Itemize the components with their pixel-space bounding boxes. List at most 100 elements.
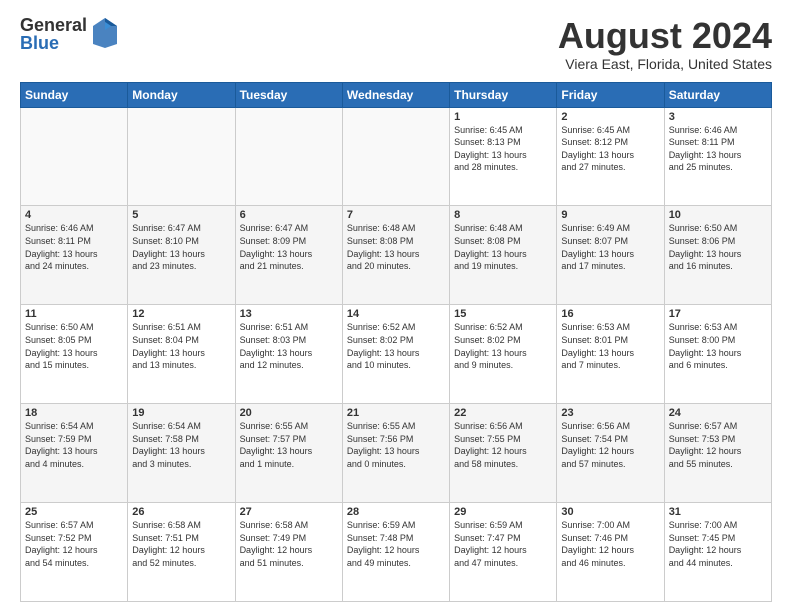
day-number: 23: [561, 407, 659, 419]
day-number: 8: [454, 209, 552, 221]
day-info: Sunrise: 7:00 AM Sunset: 7:45 PM Dayligh…: [669, 519, 767, 569]
logo-blue: Blue: [20, 34, 87, 52]
day-info: Sunrise: 6:55 AM Sunset: 7:57 PM Dayligh…: [240, 420, 338, 470]
col-saturday: Saturday: [664, 82, 771, 107]
table-row: 28Sunrise: 6:59 AM Sunset: 7:48 PM Dayli…: [342, 503, 449, 602]
day-number: 18: [25, 407, 123, 419]
calendar-week-row: 1Sunrise: 6:45 AM Sunset: 8:13 PM Daylig…: [21, 107, 772, 206]
day-info: Sunrise: 6:46 AM Sunset: 8:11 PM Dayligh…: [25, 222, 123, 272]
day-info: Sunrise: 6:47 AM Sunset: 8:09 PM Dayligh…: [240, 222, 338, 272]
day-number: 25: [25, 506, 123, 518]
table-row: 23Sunrise: 6:56 AM Sunset: 7:54 PM Dayli…: [557, 404, 664, 503]
day-info: Sunrise: 6:46 AM Sunset: 8:11 PM Dayligh…: [669, 124, 767, 174]
table-row: 24Sunrise: 6:57 AM Sunset: 7:53 PM Dayli…: [664, 404, 771, 503]
table-row: 2Sunrise: 6:45 AM Sunset: 8:12 PM Daylig…: [557, 107, 664, 206]
day-info: Sunrise: 6:58 AM Sunset: 7:49 PM Dayligh…: [240, 519, 338, 569]
day-info: Sunrise: 6:45 AM Sunset: 8:12 PM Dayligh…: [561, 124, 659, 174]
table-row: 3Sunrise: 6:46 AM Sunset: 8:11 PM Daylig…: [664, 107, 771, 206]
day-info: Sunrise: 6:59 AM Sunset: 7:48 PM Dayligh…: [347, 519, 445, 569]
logo-icon: [91, 16, 119, 48]
day-number: 5: [132, 209, 230, 221]
day-number: 7: [347, 209, 445, 221]
table-row: 22Sunrise: 6:56 AM Sunset: 7:55 PM Dayli…: [450, 404, 557, 503]
table-row: 25Sunrise: 6:57 AM Sunset: 7:52 PM Dayli…: [21, 503, 128, 602]
logo-general: General: [20, 16, 87, 34]
calendar-week-row: 18Sunrise: 6:54 AM Sunset: 7:59 PM Dayli…: [21, 404, 772, 503]
table-row: 4Sunrise: 6:46 AM Sunset: 8:11 PM Daylig…: [21, 206, 128, 305]
logo-text: General Blue: [20, 16, 87, 52]
day-number: 10: [669, 209, 767, 221]
day-info: Sunrise: 6:56 AM Sunset: 7:55 PM Dayligh…: [454, 420, 552, 470]
table-row: [342, 107, 449, 206]
month-title: August 2024: [558, 16, 772, 56]
col-sunday: Sunday: [21, 82, 128, 107]
col-friday: Friday: [557, 82, 664, 107]
day-number: 2: [561, 111, 659, 123]
day-number: 20: [240, 407, 338, 419]
calendar-header-row: Sunday Monday Tuesday Wednesday Thursday…: [21, 82, 772, 107]
day-info: Sunrise: 6:54 AM Sunset: 7:59 PM Dayligh…: [25, 420, 123, 470]
table-row: 27Sunrise: 6:58 AM Sunset: 7:49 PM Dayli…: [235, 503, 342, 602]
day-info: Sunrise: 6:50 AM Sunset: 8:05 PM Dayligh…: [25, 321, 123, 371]
day-number: 14: [347, 308, 445, 320]
day-info: Sunrise: 6:57 AM Sunset: 7:52 PM Dayligh…: [25, 519, 123, 569]
day-number: 24: [669, 407, 767, 419]
col-tuesday: Tuesday: [235, 82, 342, 107]
table-row: [128, 107, 235, 206]
day-info: Sunrise: 6:56 AM Sunset: 7:54 PM Dayligh…: [561, 420, 659, 470]
day-info: Sunrise: 6:47 AM Sunset: 8:10 PM Dayligh…: [132, 222, 230, 272]
table-row: 18Sunrise: 6:54 AM Sunset: 7:59 PM Dayli…: [21, 404, 128, 503]
day-info: Sunrise: 6:49 AM Sunset: 8:07 PM Dayligh…: [561, 222, 659, 272]
day-number: 17: [669, 308, 767, 320]
calendar-week-row: 25Sunrise: 6:57 AM Sunset: 7:52 PM Dayli…: [21, 503, 772, 602]
day-info: Sunrise: 6:51 AM Sunset: 8:04 PM Dayligh…: [132, 321, 230, 371]
calendar-week-row: 11Sunrise: 6:50 AM Sunset: 8:05 PM Dayli…: [21, 305, 772, 404]
day-number: 21: [347, 407, 445, 419]
day-number: 16: [561, 308, 659, 320]
table-row: 17Sunrise: 6:53 AM Sunset: 8:00 PM Dayli…: [664, 305, 771, 404]
day-number: 13: [240, 308, 338, 320]
table-row: 16Sunrise: 6:53 AM Sunset: 8:01 PM Dayli…: [557, 305, 664, 404]
day-number: 31: [669, 506, 767, 518]
day-info: Sunrise: 6:59 AM Sunset: 7:47 PM Dayligh…: [454, 519, 552, 569]
table-row: 15Sunrise: 6:52 AM Sunset: 8:02 PM Dayli…: [450, 305, 557, 404]
day-number: 3: [669, 111, 767, 123]
day-info: Sunrise: 6:53 AM Sunset: 8:00 PM Dayligh…: [669, 321, 767, 371]
col-wednesday: Wednesday: [342, 82, 449, 107]
day-number: 9: [561, 209, 659, 221]
table-row: 20Sunrise: 6:55 AM Sunset: 7:57 PM Dayli…: [235, 404, 342, 503]
day-info: Sunrise: 6:58 AM Sunset: 7:51 PM Dayligh…: [132, 519, 230, 569]
table-row: 14Sunrise: 6:52 AM Sunset: 8:02 PM Dayli…: [342, 305, 449, 404]
table-row: 19Sunrise: 6:54 AM Sunset: 7:58 PM Dayli…: [128, 404, 235, 503]
table-row: 7Sunrise: 6:48 AM Sunset: 8:08 PM Daylig…: [342, 206, 449, 305]
day-number: 22: [454, 407, 552, 419]
day-info: Sunrise: 6:55 AM Sunset: 7:56 PM Dayligh…: [347, 420, 445, 470]
day-number: 29: [454, 506, 552, 518]
day-number: 30: [561, 506, 659, 518]
day-info: Sunrise: 6:48 AM Sunset: 8:08 PM Dayligh…: [347, 222, 445, 272]
day-number: 19: [132, 407, 230, 419]
table-row: 26Sunrise: 6:58 AM Sunset: 7:51 PM Dayli…: [128, 503, 235, 602]
table-row: 13Sunrise: 6:51 AM Sunset: 8:03 PM Dayli…: [235, 305, 342, 404]
day-info: Sunrise: 6:52 AM Sunset: 8:02 PM Dayligh…: [454, 321, 552, 371]
header: General Blue August 2024 Viera East, Flo…: [20, 16, 772, 72]
day-info: Sunrise: 6:53 AM Sunset: 8:01 PM Dayligh…: [561, 321, 659, 371]
day-number: 12: [132, 308, 230, 320]
table-row: 29Sunrise: 6:59 AM Sunset: 7:47 PM Dayli…: [450, 503, 557, 602]
table-row: 9Sunrise: 6:49 AM Sunset: 8:07 PM Daylig…: [557, 206, 664, 305]
table-row: 8Sunrise: 6:48 AM Sunset: 8:08 PM Daylig…: [450, 206, 557, 305]
table-row: 31Sunrise: 7:00 AM Sunset: 7:45 PM Dayli…: [664, 503, 771, 602]
table-row: 10Sunrise: 6:50 AM Sunset: 8:06 PM Dayli…: [664, 206, 771, 305]
day-info: Sunrise: 6:50 AM Sunset: 8:06 PM Dayligh…: [669, 222, 767, 272]
logo: General Blue: [20, 16, 119, 52]
table-row: [235, 107, 342, 206]
page: General Blue August 2024 Viera East, Flo…: [0, 0, 792, 612]
day-info: Sunrise: 6:51 AM Sunset: 8:03 PM Dayligh…: [240, 321, 338, 371]
day-number: 1: [454, 111, 552, 123]
day-number: 11: [25, 308, 123, 320]
day-info: Sunrise: 6:48 AM Sunset: 8:08 PM Dayligh…: [454, 222, 552, 272]
table-row: 1Sunrise: 6:45 AM Sunset: 8:13 PM Daylig…: [450, 107, 557, 206]
day-info: Sunrise: 6:45 AM Sunset: 8:13 PM Dayligh…: [454, 124, 552, 174]
day-info: Sunrise: 6:52 AM Sunset: 8:02 PM Dayligh…: [347, 321, 445, 371]
table-row: 6Sunrise: 6:47 AM Sunset: 8:09 PM Daylig…: [235, 206, 342, 305]
